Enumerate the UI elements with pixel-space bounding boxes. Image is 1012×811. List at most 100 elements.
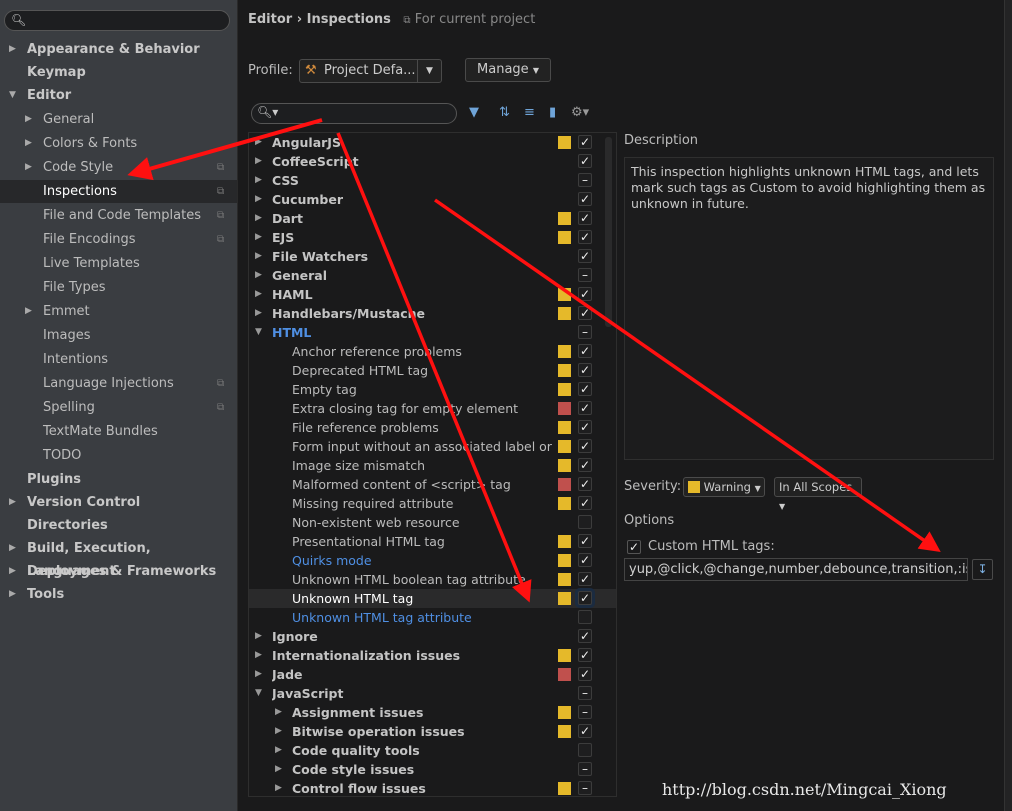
- sidebar-item[interactable]: ▶ General: [0, 108, 237, 131]
- expand-all-icon[interactable]: ⇅: [499, 105, 510, 120]
- tree-row[interactable]: ▶ EJS ✓: [249, 228, 616, 247]
- chevron-right-icon[interactable]: ▶: [255, 228, 262, 247]
- sidebar-item[interactable]: ▶ Appearance & Behavior: [0, 38, 237, 61]
- enabled-checkbox[interactable]: ✓: [578, 458, 592, 472]
- tree-row[interactable]: ▶ Bitwise operation issues ✓: [249, 722, 616, 741]
- tree-row[interactable]: Missing required attribute ✓: [249, 494, 616, 513]
- enabled-checkbox[interactable]: ✓: [578, 553, 592, 567]
- chevron-right-icon[interactable]: ▶: [275, 722, 282, 741]
- chevron-right-icon[interactable]: ▶: [255, 190, 262, 209]
- tree-row[interactable]: ▶ Control flow issues –: [249, 779, 616, 796]
- enabled-checkbox[interactable]: ✓: [578, 344, 592, 358]
- sidebar-item[interactable]: Live Templates: [0, 252, 237, 275]
- tree-row[interactable]: ▶ Dart ✓: [249, 209, 616, 228]
- tree-row[interactable]: ▼ HTML –: [249, 323, 616, 342]
- sidebar-item[interactable]: ▶ Tools: [0, 583, 237, 606]
- tree-row[interactable]: File reference problems ✓: [249, 418, 616, 437]
- sidebar-item[interactable]: ▶ Code Style ⧉: [0, 156, 237, 179]
- scope-dropdown[interactable]: In All Scopes ▼: [774, 477, 862, 511]
- chevron-right-icon[interactable]: ▶: [9, 537, 16, 560]
- chevron-right-icon[interactable]: ▶: [275, 703, 282, 722]
- tree-row[interactable]: Deprecated HTML tag ✓: [249, 361, 616, 380]
- tree-row[interactable]: Unknown HTML tag attribute: [249, 608, 616, 627]
- breadcrumb-parent[interactable]: Editor: [248, 12, 292, 27]
- severity-dropdown[interactable]: Warning ▼: [683, 477, 765, 497]
- enabled-checkbox[interactable]: [578, 610, 592, 624]
- sidebar-item[interactable]: Spelling ⧉: [0, 396, 237, 419]
- chevron-right-icon[interactable]: ▶: [255, 171, 262, 190]
- tree-row[interactable]: Malformed content of <script> tag ✓: [249, 475, 616, 494]
- gear-icon[interactable]: ⚙▾: [571, 105, 589, 120]
- chevron-right-icon[interactable]: ▶: [255, 304, 262, 323]
- tree-row[interactable]: ▼ JavaScript –: [249, 684, 616, 703]
- chevron-right-icon[interactable]: ▶: [255, 247, 262, 266]
- enabled-checkbox[interactable]: ✓: [578, 287, 592, 301]
- chevron-right-icon[interactable]: ▶: [255, 152, 262, 171]
- tree-row[interactable]: Extra closing tag for empty element ✓: [249, 399, 616, 418]
- enabled-checkbox[interactable]: ✓: [578, 306, 592, 320]
- tree-row[interactable]: Image size mismatch ✓: [249, 456, 616, 475]
- sidebar-item[interactable]: ▶ Build, Execution, Deployment: [0, 537, 237, 579]
- tree-row[interactable]: Presentational HTML tag ✓: [249, 532, 616, 551]
- enabled-checkbox[interactable]: –: [578, 268, 592, 282]
- tree-row[interactable]: Empty tag ✓: [249, 380, 616, 399]
- custom-tags-checkbox[interactable]: ✓: [627, 540, 641, 554]
- sidebar-item[interactable]: TextMate Bundles: [0, 420, 237, 443]
- chevron-down-icon[interactable]: ▼: [255, 684, 262, 703]
- tree-row[interactable]: ▶ Handlebars/Mustache ✓: [249, 304, 616, 323]
- sidebar-item[interactable]: ▶ Languages & Frameworks: [0, 560, 237, 583]
- manage-button[interactable]: Manage ▼: [465, 58, 551, 82]
- sidebar-item[interactable]: File Types: [0, 276, 237, 299]
- enabled-checkbox[interactable]: ✓: [578, 401, 592, 415]
- custom-tags-input[interactable]: [624, 558, 968, 581]
- enabled-checkbox[interactable]: –: [578, 781, 592, 795]
- sidebar-item[interactable]: Inspections ⧉: [0, 180, 237, 203]
- tree-row[interactable]: ▶ CSS –: [249, 171, 616, 190]
- tree-scrollbar[interactable]: [605, 137, 612, 327]
- tree-row[interactable]: ▶ File Watchers ✓: [249, 247, 616, 266]
- enabled-checkbox[interactable]: ✓: [578, 420, 592, 434]
- collapse-all-icon[interactable]: ≡: [524, 105, 535, 120]
- sidebar-item[interactable]: ▼ Editor: [0, 84, 237, 107]
- tree-row[interactable]: ▶ Code quality tools: [249, 741, 616, 760]
- settings-search-input[interactable]: 🔍︎: [4, 10, 230, 31]
- tree-row[interactable]: ▶ Jade ✓: [249, 665, 616, 684]
- chevron-right-icon[interactable]: ▶: [255, 665, 262, 684]
- sidebar-item[interactable]: ▶ Emmet: [0, 300, 237, 323]
- tree-row[interactable]: ▶ Internationalization issues ✓: [249, 646, 616, 665]
- enabled-checkbox[interactable]: ✓: [578, 363, 592, 377]
- chevron-right-icon[interactable]: ▶: [25, 108, 32, 131]
- sidebar-item[interactable]: Plugins: [0, 468, 237, 491]
- profile-dropdown[interactable]: ⚒ Project Defa... ▼: [299, 59, 442, 83]
- sidebar-item[interactable]: Keymap: [0, 61, 237, 84]
- enabled-checkbox[interactable]: –: [578, 173, 592, 187]
- enabled-checkbox[interactable]: ✓: [578, 572, 592, 586]
- sidebar-item[interactable]: Directories: [0, 514, 237, 537]
- chevron-right-icon[interactable]: ▶: [9, 560, 16, 583]
- chevron-right-icon[interactable]: ▶: [255, 209, 262, 228]
- sidebar-item[interactable]: ▶ Version Control: [0, 491, 237, 514]
- sidebar-item[interactable]: File and Code Templates ⧉: [0, 204, 237, 227]
- enabled-checkbox[interactable]: ✓: [578, 724, 592, 738]
- enabled-checkbox[interactable]: ✓: [578, 211, 592, 225]
- sidebar-item[interactable]: TODO: [0, 444, 237, 467]
- enabled-checkbox[interactable]: ✓: [578, 667, 592, 681]
- enabled-checkbox[interactable]: ✓: [578, 439, 592, 453]
- chevron-right-icon[interactable]: ▶: [255, 266, 262, 285]
- enabled-checkbox[interactable]: ✓: [578, 496, 592, 510]
- chevron-right-icon[interactable]: ▶: [275, 779, 282, 796]
- enabled-checkbox[interactable]: ✓: [578, 135, 592, 149]
- sidebar-item[interactable]: ▶ Colors & Fonts: [0, 132, 237, 155]
- sidebar-item[interactable]: Language Injections ⧉: [0, 372, 237, 395]
- enabled-checkbox[interactable]: ✓: [578, 249, 592, 263]
- enabled-checkbox[interactable]: ✓: [578, 477, 592, 491]
- chevron-right-icon[interactable]: ▶: [9, 583, 16, 606]
- enabled-checkbox[interactable]: ✓: [578, 629, 592, 643]
- chevron-right-icon[interactable]: ▶: [275, 741, 282, 760]
- tree-row[interactable]: ▶ AngularJS ✓: [249, 133, 616, 152]
- enabled-checkbox[interactable]: –: [578, 325, 592, 339]
- tree-row[interactable]: ▶ Cucumber ✓: [249, 190, 616, 209]
- tree-row[interactable]: Form input without an associated label o…: [249, 437, 616, 456]
- tree-row[interactable]: ▶ HAML ✓: [249, 285, 616, 304]
- sidebar-item[interactable]: Images: [0, 324, 237, 347]
